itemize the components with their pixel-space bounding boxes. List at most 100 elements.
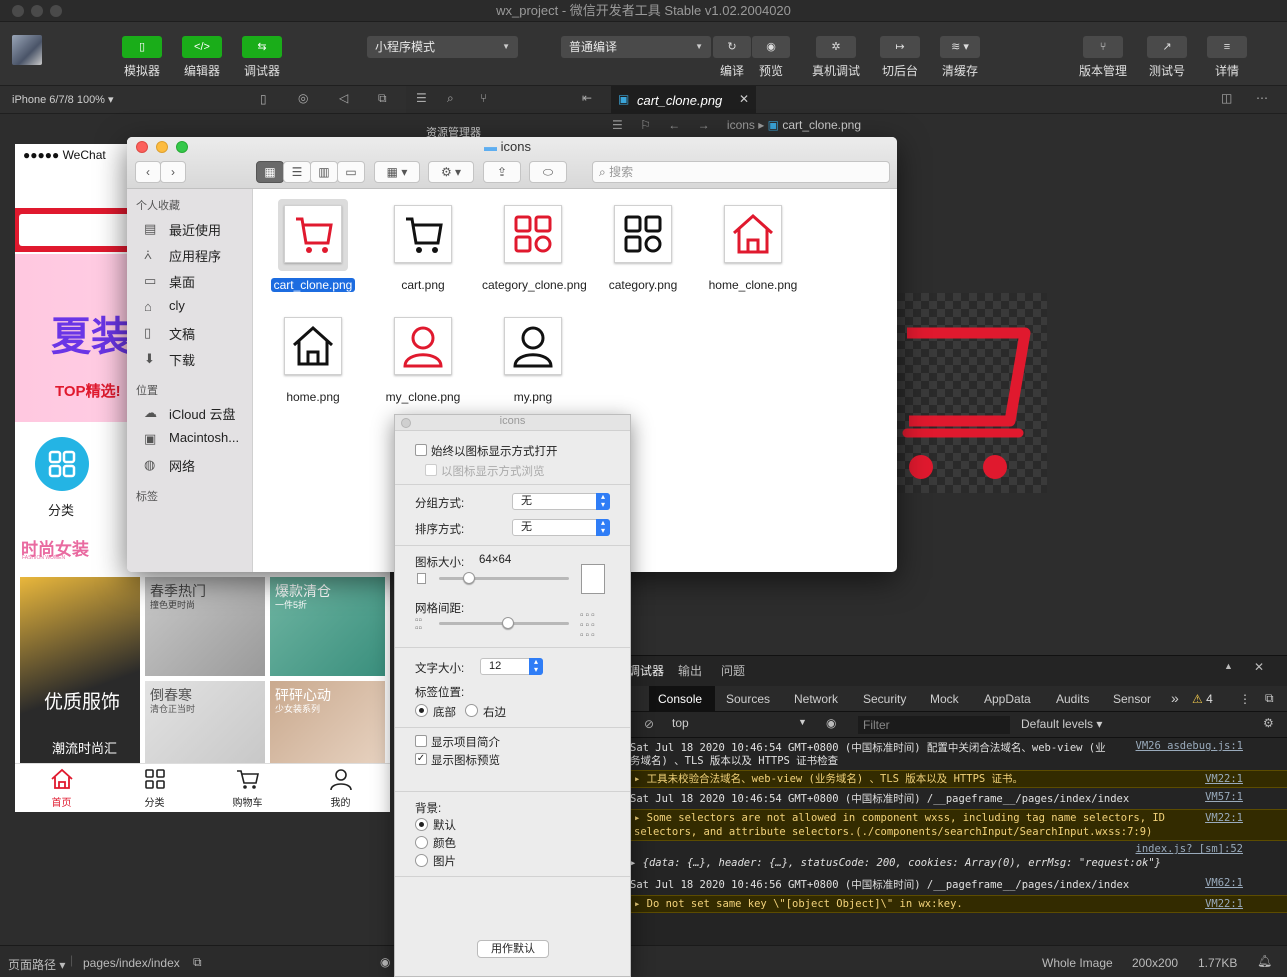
group-button[interactable]: ▦ ▾ (374, 161, 420, 183)
sidebar-item-downloads[interactable]: ⬇ 下载 (144, 350, 195, 369)
use-as-default-button[interactable]: 用作默认 (477, 940, 549, 958)
split-editor-icon[interactable]: ◫ (1221, 91, 1232, 105)
log-source-link[interactable]: VM57:1 (1205, 791, 1243, 803)
eye-icon[interactable]: ◉ (826, 716, 836, 730)
details-button[interactable]: ≡ (1207, 36, 1247, 58)
log-source-link[interactable]: VM26 asdebug.js:1 (1136, 740, 1243, 752)
show-info-checkbox[interactable] (415, 735, 427, 747)
sidebar-item-network[interactable]: ◍ 网络 (144, 456, 195, 475)
sidebar-item-icloud[interactable]: ☁ iCloud 云盘 (144, 404, 235, 423)
action-button[interactable]: ⚙ ▾ (428, 161, 474, 183)
warning-count[interactable]: ⚠ 4 (1192, 692, 1213, 706)
product-tile[interactable]: 爆款清仓 一件5折 (270, 577, 385, 676)
levels-select[interactable]: Default levels ▾ (1021, 717, 1102, 731)
output-top-tab[interactable]: 输出 (678, 662, 702, 679)
sidebar-item-recents[interactable]: ▤ 最近使用 (144, 220, 221, 239)
copy-icon[interactable]: ⧉ (193, 955, 202, 970)
finder-zoom-button[interactable] (176, 141, 188, 153)
avatar[interactable] (12, 35, 42, 65)
page-path-select[interactable]: 页面路径 ▾ (8, 956, 65, 973)
version-button[interactable]: ⑂ (1083, 36, 1123, 58)
background-button[interactable]: ↦ (880, 36, 920, 58)
log-source-link[interactable]: VM22:1 (1205, 771, 1243, 787)
simulator-button[interactable]: ▯ (122, 36, 162, 58)
file-item[interactable]: category.png (588, 199, 698, 293)
bg-default-radio[interactable] (415, 818, 428, 831)
forward-button[interactable]: › (160, 161, 186, 183)
file-item[interactable]: cart.png (368, 199, 478, 293)
log-source-link[interactable]: VM22:1 (1205, 811, 1243, 825)
product-tile[interactable]: 砰砰心动 少女装系列 (270, 681, 385, 763)
panel-close-button[interactable] (401, 418, 411, 428)
tab-appdata[interactable]: AppData (984, 692, 1031, 706)
list-icon[interactable]: ☰ (612, 118, 623, 132)
log-object[interactable]: ▸ {data: {…}, header: {…}, statusCode: 2… (630, 857, 1287, 871)
search-icon[interactable]: ⌕ (447, 91, 454, 106)
chevron-up-icon[interactable]: ▲ (1224, 661, 1233, 671)
breadcrumb-folder[interactable]: icons (727, 118, 755, 132)
compile-select[interactable]: 普通编译 ▼ (561, 36, 711, 58)
product-tile[interactable]: 优质服饰 潮流时尚汇 (20, 577, 140, 763)
branch-icon[interactable]: ⑂ (480, 91, 487, 105)
gallery-view-button[interactable]: ▭ (337, 161, 365, 183)
share-button[interactable]: ⇪ (483, 161, 521, 183)
debug-top-tab[interactable]: 调试器 (628, 662, 664, 679)
tag-button[interactable]: ⬭ (529, 161, 567, 183)
tab-category[interactable]: 分类 (108, 767, 201, 809)
tab-network[interactable]: Network (794, 692, 838, 706)
group-by-select[interactable]: 无 ▴ ▾ (512, 493, 610, 510)
log-source-link[interactable]: VM62:1 (1205, 877, 1243, 889)
forward-icon[interactable]: → (698, 118, 710, 132)
tab-sensor[interactable]: Sensor (1113, 692, 1151, 706)
mode-select[interactable]: 小程序模式 ▼ (367, 36, 518, 58)
product-tile[interactable]: 春季热门 撞色更时尚 (145, 577, 265, 676)
file-item[interactable]: category_clone.png (478, 199, 588, 293)
test-account-button[interactable]: ↗ (1147, 36, 1187, 58)
finder-minimize-button[interactable] (156, 141, 168, 153)
search-input[interactable]: ⌕ 搜索 (592, 161, 890, 183)
preview-button[interactable]: ◉ (752, 36, 790, 58)
sidebar-item-desktop[interactable]: ▭ 桌面 (144, 272, 195, 291)
tab-cart-clone[interactable]: ▣ cart_clone.png ✕ (611, 86, 756, 114)
issues-top-tab[interactable]: 问题 (721, 662, 745, 679)
show-preview-checkbox[interactable]: ✓ (415, 753, 427, 765)
clear-console-icon[interactable]: ⊘ (644, 717, 654, 731)
back-button[interactable]: ‹ (135, 161, 161, 183)
bg-color-radio[interactable] (415, 836, 428, 849)
compile-button[interactable]: ↻ (713, 36, 751, 58)
list-view-button[interactable]: ☰ (283, 161, 311, 183)
product-tile[interactable]: 倒春寒 清仓正当时 (145, 681, 265, 763)
file-item[interactable]: home_clone.png (698, 199, 808, 293)
tab-sources[interactable]: Sources (726, 692, 770, 706)
finder-close-button[interactable] (136, 141, 148, 153)
grid-spacing-slider-knob[interactable] (501, 617, 514, 629)
more-tabs-icon[interactable]: » (1171, 690, 1179, 706)
debugger-button[interactable]: ⇆ (242, 36, 282, 58)
sidebar-item-documents[interactable]: ▯ 文稿 (144, 324, 195, 343)
kebab-menu-icon[interactable]: ⋮ (1239, 692, 1251, 706)
volume-icon[interactable]: ◁ (339, 91, 348, 105)
device-select[interactable]: iPhone 6/7/8 100% ▾ (12, 93, 114, 106)
column-view-button[interactable]: ▥ (310, 161, 338, 183)
record-icon[interactable]: ◎ (298, 91, 308, 105)
filter-input[interactable]: Filter (858, 716, 1010, 734)
file-item[interactable]: my_clone.png (368, 311, 478, 405)
bg-picture-radio[interactable] (415, 854, 428, 867)
dock-icon[interactable]: ⧉ (1265, 691, 1274, 706)
eye-icon[interactable]: ◉ (380, 955, 390, 969)
tab-audits[interactable]: Audits (1056, 692, 1089, 706)
sidebar-item-applications[interactable]: ⩑ 应用程序 (144, 246, 221, 265)
popout-icon[interactable]: ⧉ (378, 91, 387, 106)
file-item[interactable]: my.png (478, 311, 588, 405)
breadcrumb-file[interactable]: cart_clone.png (782, 118, 861, 132)
phone-icon[interactable]: ▯ (260, 92, 267, 106)
label-right-radio[interactable] (465, 704, 478, 717)
zoom-window-button[interactable] (50, 5, 62, 17)
tab-my[interactable]: 我的 (294, 767, 387, 809)
list-icon[interactable]: ☰ (416, 91, 427, 105)
close-icon[interactable]: ✕ (739, 92, 749, 106)
close-icon[interactable]: ✕ (1254, 660, 1264, 674)
browse-icon-checkbox[interactable] (425, 464, 437, 476)
context-select[interactable]: top ▼ (672, 716, 812, 734)
collapse-icon[interactable]: ⇤ (582, 91, 592, 105)
